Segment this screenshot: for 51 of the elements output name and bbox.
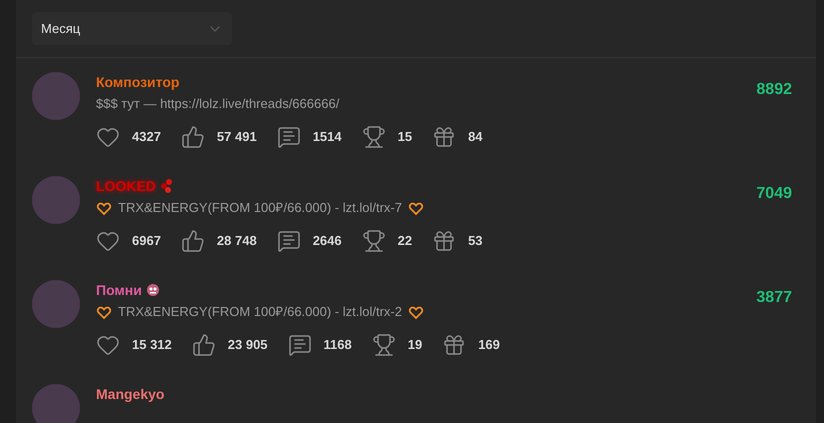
heart-icon xyxy=(96,125,120,149)
avatar[interactable] xyxy=(32,72,80,120)
heart-hand-icon xyxy=(96,200,112,216)
stat-count: 2646 xyxy=(312,232,342,250)
user-status: TRX&ENERGY(FROM 100₽/66.000) - lzt.lol/trx-2 xyxy=(118,303,402,322)
heart-hand-icon xyxy=(96,304,112,320)
stat-count: 169 xyxy=(478,336,500,354)
stat-count: 53 xyxy=(468,232,483,250)
heart-icon xyxy=(96,229,120,253)
avatar[interactable] xyxy=(32,280,80,328)
dots-icon xyxy=(160,178,174,194)
comment-icon xyxy=(276,125,301,149)
stat-count: 4327 xyxy=(132,128,161,146)
heart-hand-icon xyxy=(408,200,424,216)
user-status: TRX&ENERGY(FROM 100₽/66.000) - lzt.lol/trx-7 xyxy=(118,199,402,218)
stat-count: 15 xyxy=(398,128,412,146)
stat-count: 28 748 xyxy=(216,232,257,250)
username[interactable]: Mangekyo xyxy=(96,384,164,404)
gift-icon xyxy=(442,333,466,357)
stat-count: 15 312 xyxy=(132,336,172,354)
stat-count: 22 xyxy=(398,232,412,250)
gift-icon xyxy=(432,125,456,149)
stat-count: 57 491 xyxy=(216,128,257,146)
avatar[interactable] xyxy=(32,384,80,423)
score: 3877 xyxy=(756,288,792,308)
score: 7049 xyxy=(756,184,792,204)
stat-count: 1168 xyxy=(324,336,352,354)
thumbs-up-icon xyxy=(180,125,205,149)
trophy-icon xyxy=(372,333,396,357)
stat-count: 84 xyxy=(468,128,483,146)
thumbs-up-icon xyxy=(192,333,216,357)
stat-count: 23 905 xyxy=(228,336,268,354)
comment-icon xyxy=(276,229,301,253)
stat-count: 19 xyxy=(408,336,422,354)
stat-count: 1514 xyxy=(312,128,342,146)
comment-icon xyxy=(288,333,312,357)
stat-count: 6967 xyxy=(132,232,161,250)
heart-hand-icon xyxy=(408,304,424,320)
username[interactable]: LOOKED xyxy=(96,176,156,196)
trophy-icon xyxy=(362,229,386,253)
face-icon xyxy=(146,283,160,297)
thumbs-up-icon xyxy=(180,229,205,253)
username[interactable]: Композитор xyxy=(96,72,180,92)
avatar[interactable] xyxy=(32,176,80,224)
username[interactable]: Помни xyxy=(96,280,142,300)
user-status: $$$ тут — https://lolz.live/threads/666666/ xyxy=(96,95,340,114)
gift-icon xyxy=(432,229,456,253)
score: 8892 xyxy=(756,80,792,100)
heart-icon xyxy=(96,333,120,357)
period-dropdown[interactable]: Месяц xyxy=(32,12,232,45)
trophy-icon xyxy=(362,125,386,149)
